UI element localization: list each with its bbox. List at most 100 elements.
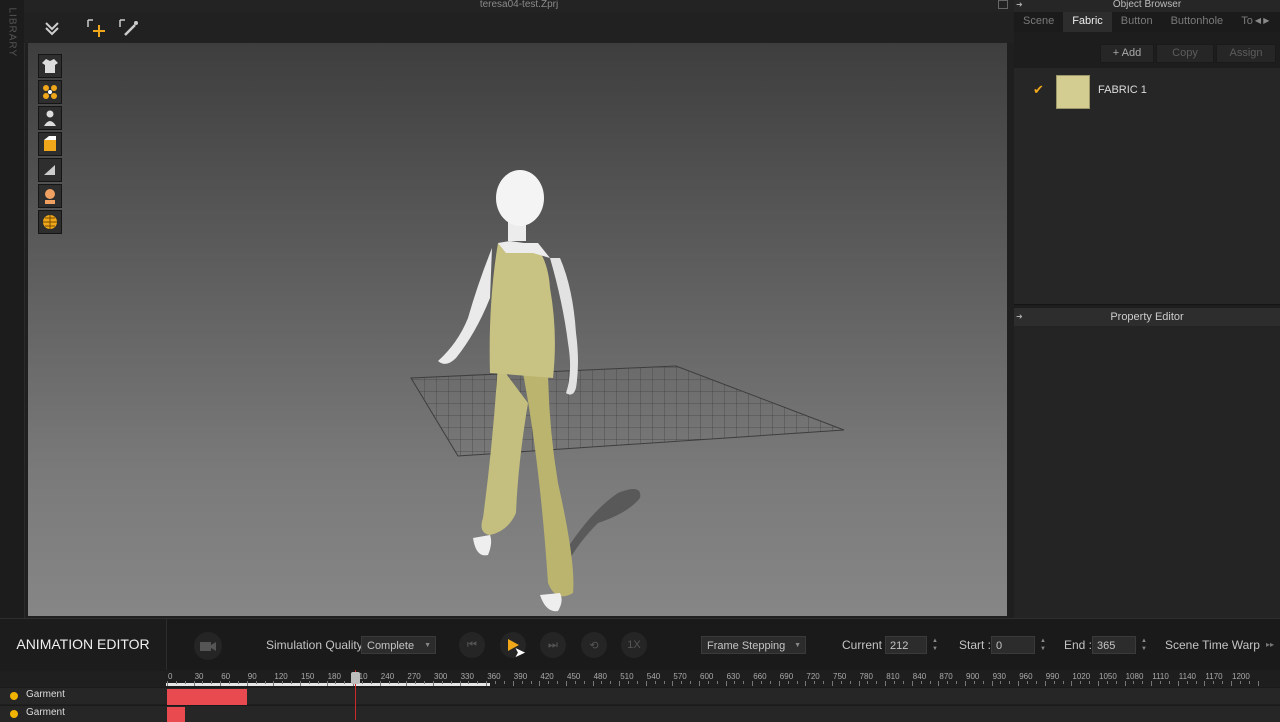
tick-label: 960 (1019, 672, 1033, 681)
time-warp-label[interactable]: Scene Time Warp (1165, 638, 1260, 652)
current-frame-input[interactable]: 212 ▲ ▼ (885, 636, 938, 654)
tick-label: 1140 (1178, 672, 1196, 681)
tick-mark (663, 681, 665, 684)
speed-label: 1X (627, 639, 641, 651)
track-label: Garment (26, 707, 65, 718)
tick-label: 870 (939, 672, 953, 681)
loop-icon[interactable]: ⟲ (581, 632, 607, 658)
tick-label: 810 (886, 672, 900, 681)
tick-mark (264, 681, 266, 684)
popout-icon[interactable] (998, 0, 1008, 9)
frame-mode-dropdown[interactable]: Frame Stepping ▼ (701, 636, 806, 654)
tick-mark (273, 681, 275, 686)
tick-label: 180 (327, 672, 341, 681)
track-row[interactable]: Garment (0, 705, 1280, 722)
tick-mark (1098, 681, 1099, 686)
tick-mark (867, 681, 869, 684)
tick-mark (1027, 681, 1029, 684)
add-fabric-button[interactable]: + Add (1100, 44, 1154, 63)
skip-forward-icon[interactable]: ⏭ (540, 632, 566, 658)
tick-label: 450 (567, 672, 581, 681)
tick-mark (370, 681, 372, 684)
tab-scene[interactable]: Scene (1014, 12, 1063, 32)
collapse-arrow-icon[interactable]: ➜ (1016, 308, 1023, 326)
list-item[interactable]: ✔ FABRIC 1 (1014, 68, 1280, 114)
skip-back-icon[interactable]: ⏮ (459, 632, 485, 658)
fabric-name[interactable]: FABRIC 1 (1098, 84, 1147, 96)
tick-mark (947, 681, 949, 684)
tick-label: 780 (859, 672, 873, 681)
move-tool-icon[interactable] (84, 16, 108, 40)
tick-mark (761, 681, 763, 684)
spin-arrows-icon[interactable]: ▲ ▼ (1141, 637, 1147, 653)
tick-label: 570 (673, 672, 687, 681)
tick-mark (1231, 681, 1232, 686)
animation-editor-bar: ANIMATION EDITOR Simulation Quality Comp… (0, 618, 1280, 671)
edit-tool-icon[interactable] (116, 16, 140, 40)
sim-quality-dropdown[interactable]: Complete ▼ (361, 636, 436, 654)
tick-mark (202, 681, 204, 684)
tick-mark (1239, 681, 1241, 684)
track-label: Garment (26, 689, 65, 700)
tick-mark (681, 681, 683, 684)
title-bar: teresa04-test.Zprj (24, 0, 1014, 12)
copy-fabric-button[interactable]: Copy (1156, 44, 1214, 63)
tick-mark (557, 681, 559, 684)
tick-mark (619, 681, 621, 686)
tick-mark (1160, 681, 1162, 684)
track-visibility-icon[interactable] (10, 692, 18, 700)
tick-label: 480 (593, 672, 607, 681)
scene-render (410, 170, 845, 612)
tick-mark (237, 681, 239, 684)
end-frame-input[interactable]: 365 ▲ ▼ (1092, 636, 1147, 654)
collapse-arrow-icon[interactable]: ➜ (1016, 0, 1023, 9)
tick-label: 90 (247, 672, 257, 681)
expand-arrow-icon[interactable]: ▸▸ (1266, 640, 1274, 649)
checkmark-icon[interactable]: ✔ (1033, 82, 1044, 98)
tick-mark (424, 681, 426, 684)
end-label: End : (1064, 638, 1093, 652)
tick-mark (282, 681, 284, 684)
tick-mark (1213, 681, 1215, 684)
tick-mark (840, 681, 842, 684)
tick-mark (459, 681, 461, 686)
start-frame-input[interactable]: 0 ▲ ▼ (991, 636, 1046, 654)
animation-editor-title: ANIMATION EDITOR (0, 619, 167, 671)
spin-arrows-icon[interactable]: ▲ ▼ (1040, 637, 1046, 653)
tab-scroll-arrows-icon[interactable]: ◀ ▶ (1255, 12, 1270, 32)
3d-viewport[interactable] (28, 43, 1007, 616)
window-title: teresa04-test.Zprj (479, 0, 559, 10)
tab-fabric[interactable]: Fabric (1063, 12, 1112, 32)
tick-mark (246, 681, 248, 686)
tick-mark (300, 681, 301, 686)
tick-mark (601, 681, 603, 684)
tick-mark (450, 681, 452, 684)
tick-mark (965, 681, 966, 686)
track-row[interactable]: Garment (0, 687, 1280, 705)
tick-mark (539, 681, 541, 686)
playhead-handle[interactable] (350, 672, 360, 684)
tick-mark (911, 681, 913, 686)
timeline-ruler[interactable]: 0 30 60 90 120 150 180 210 240 270 300 330 360 390 420… (166, 670, 1280, 687)
spin-arrows-icon[interactable]: ▲ ▼ (932, 637, 938, 653)
tab-topstitch[interactable]: To (1232, 12, 1255, 32)
assign-fabric-button[interactable]: Assign (1216, 44, 1276, 63)
tab-buttonhole[interactable]: Buttonhole (1162, 12, 1233, 32)
chevron-down-icon: ▼ (424, 642, 431, 649)
tick-mark (672, 681, 674, 686)
track-visibility-icon[interactable] (10, 710, 18, 718)
tick-mark (255, 681, 257, 684)
tick-mark (415, 681, 417, 684)
tick-label: 1110 (1152, 672, 1169, 681)
record-camera-icon[interactable] (194, 632, 222, 660)
transform-tool-icon[interactable] (40, 16, 64, 40)
library-strip[interactable]: LIBRARY (0, 0, 25, 618)
tick-label: 750 (833, 672, 847, 681)
tick-mark (769, 681, 771, 684)
track-clip[interactable] (167, 689, 247, 705)
tick-mark (406, 681, 408, 686)
tab-button[interactable]: Button (1112, 12, 1162, 32)
right-panel: ➜ Object Browser Scene Fabric Button But… (1014, 0, 1280, 618)
speed-button[interactable]: 1X (621, 632, 647, 658)
tick-mark (956, 681, 958, 684)
